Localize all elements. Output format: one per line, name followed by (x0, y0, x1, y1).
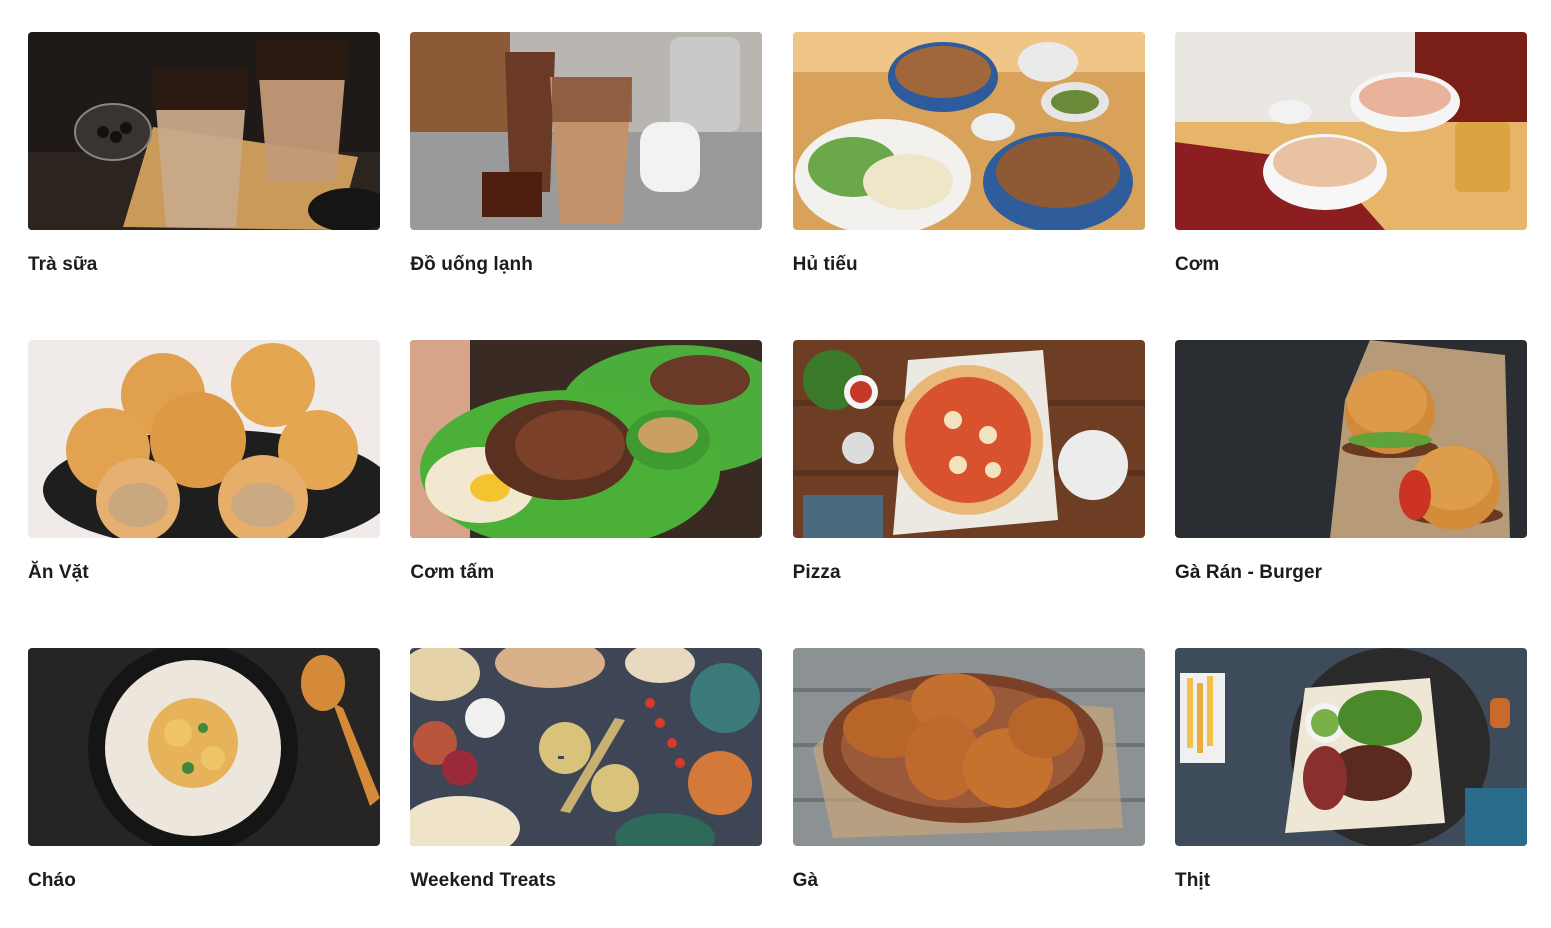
category-label: Thịt (1174, 870, 1211, 891)
category-label: Weekend Treats (410, 870, 557, 891)
category-label: Cơm (1174, 254, 1220, 275)
iced-coffee-photo (410, 32, 763, 230)
category-card-do-uong-lanh[interactable]: Đồ uống lạnh (410, 32, 763, 310)
category-label: Gà (792, 870, 819, 891)
category-label: Cháo (28, 870, 76, 891)
category-label: Pizza (792, 562, 841, 583)
party-spread-photo (410, 648, 763, 846)
category-card-chao[interactable]: Cháo (28, 648, 380, 926)
bubble-milk-tea-photo (28, 32, 380, 230)
category-card-weekend-treats[interactable]: Weekend Treats (410, 648, 763, 926)
category-label: Cơm tấm (410, 562, 495, 583)
burgers-photo (1174, 340, 1527, 538)
category-card-com-tam[interactable]: Cơm tấm (410, 340, 763, 618)
category-card-an-vat[interactable]: Ăn Vặt (28, 340, 380, 618)
category-card-ga-ran-burger[interactable]: Gà Rán - Burger (1174, 340, 1527, 618)
noodle-soup-photo (792, 32, 1145, 230)
steak-photo (1174, 648, 1527, 846)
fried-buns-photo (28, 340, 380, 538)
pizza-photo (792, 340, 1145, 538)
category-label: Ăn Vặt (28, 562, 89, 583)
category-label: Gà Rán - Burger (1174, 562, 1323, 583)
category-label: Trà sữa (28, 254, 98, 275)
category-card-thit[interactable]: Thịt (1174, 648, 1527, 926)
category-card-com[interactable]: Cơm (1174, 32, 1527, 310)
category-card-tra-sua[interactable]: Trà sữa (28, 32, 380, 310)
roast-chicken-photo (792, 648, 1145, 846)
broken-rice-pork-chop-photo (410, 340, 763, 538)
rice-porridge-photo (28, 648, 380, 846)
category-label: Đồ uống lạnh (410, 254, 533, 275)
category-label: Hủ tiếu (792, 254, 858, 275)
category-card-hu-tieu[interactable]: Hủ tiếu (792, 32, 1145, 310)
fried-rice-photo (1174, 32, 1527, 230)
category-card-ga[interactable]: Gà (792, 648, 1145, 926)
category-card-pizza[interactable]: Pizza (792, 340, 1145, 618)
category-grid: Trà sữa Đồ uống lạnh Hủ tiếu Cơm Ăn Vặt … (28, 32, 1527, 926)
